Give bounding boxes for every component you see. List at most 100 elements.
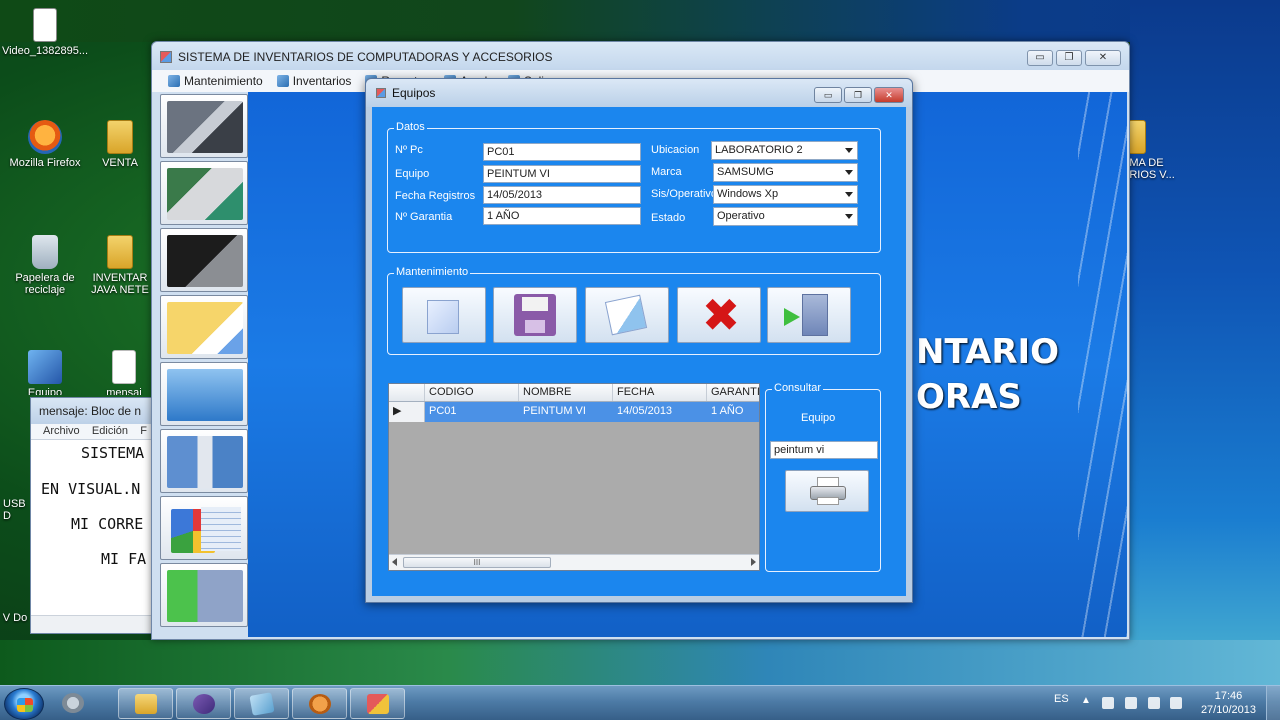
app-icon <box>160 51 172 63</box>
scroll-right-icon[interactable] <box>751 558 756 566</box>
notepad-menu-formato[interactable]: F <box>140 425 147 437</box>
notepad-hscrollbar[interactable] <box>31 615 151 633</box>
desktop-icon-sistema[interactable]: EMA DE ARIOS V... <box>1122 120 1192 181</box>
estado-value: Operativo <box>717 210 765 222</box>
delete-button[interactable]: ✖ <box>677 287 761 343</box>
exit-button[interactable] <box>767 287 851 343</box>
menu-mantenimiento[interactable]: Mantenimiento <box>168 74 263 88</box>
desktop-wallpaper-right <box>1130 0 1280 690</box>
desktop-icon-label: USB D <box>3 498 26 522</box>
column-header-fecha[interactable]: FECHA <box>613 384 707 401</box>
sidebar-button-clipboard[interactable] <box>160 295 248 359</box>
exit-door-icon <box>802 294 828 336</box>
sidebar-button-database[interactable] <box>160 429 248 493</box>
desktop-icon-label: Mozilla Firefox <box>9 157 81 169</box>
grid-hscrollbar[interactable]: III <box>389 554 759 570</box>
main-titlebar[interactable]: SISTEMA DE INVENTARIOS DE COMPUTADORAS Y… <box>152 42 1129 72</box>
sidebar-button-desktop[interactable] <box>160 228 248 292</box>
equipo-field[interactable]: PEINTUM VI <box>483 165 641 183</box>
exit-door-icon <box>167 570 243 622</box>
taskbar-vlc[interactable] <box>292 688 347 719</box>
taskbar-shield[interactable] <box>58 688 86 719</box>
sidebar-button-reports[interactable] <box>160 496 248 560</box>
clock[interactable]: 17:46 27/10/2013 <box>1201 689 1256 717</box>
notepad-menu-archivo[interactable]: Archivo <box>43 425 80 437</box>
taskbar-app[interactable] <box>350 688 405 719</box>
save-button[interactable] <box>493 287 577 343</box>
floppy-disk-icon <box>514 294 556 336</box>
equipos-grid[interactable]: CODIGO NOMBRE FECHA GARANTI ▶ PC01 PEINT… <box>388 383 760 571</box>
taskbar-explorer[interactable] <box>118 688 173 719</box>
garantia-field[interactable]: 1 AÑO <box>483 207 641 225</box>
table-row[interactable]: ▶ PC01 PEINTUM VI 14/05/2013 1 AÑO <box>389 402 759 422</box>
cell-nombre[interactable]: PEINTUM VI <box>519 402 613 422</box>
start-button[interactable] <box>4 688 44 720</box>
desktop-icon-mensaje[interactable]: mensaj <box>98 350 150 395</box>
desktop-icon-equipo[interactable]: Equipo <box>0 350 90 395</box>
column-header-garantia[interactable]: GARANTI <box>707 384 759 401</box>
npc-field[interactable]: PC01 <box>483 143 641 161</box>
column-header-nombre[interactable]: NOMBRE <box>519 384 613 401</box>
equipos-dialog[interactable]: Equipos ▭ ❐ ✕ Datos Nº Pc PC01 Equipo PE… <box>365 78 913 603</box>
network-icon[interactable] <box>1148 697 1160 709</box>
new-button[interactable] <box>402 287 486 343</box>
ubicacion-select[interactable]: LABORATORIO 2 <box>711 141 858 160</box>
cell-fecha[interactable]: 14/05/2013 <box>613 402 707 422</box>
volume-icon[interactable] <box>1170 697 1182 709</box>
show-desktop-button[interactable] <box>1266 686 1280 720</box>
taskbar-notepad[interactable] <box>234 688 289 719</box>
estado-select[interactable]: Operativo <box>713 207 858 226</box>
firefox-icon <box>28 120 62 154</box>
language-indicator[interactable]: ES <box>1054 693 1069 705</box>
notepad-menu-edicion[interactable]: Edición <box>92 425 128 437</box>
start-orb-icon <box>17 698 33 712</box>
sidebar-button-computers[interactable] <box>160 94 248 158</box>
scroll-thumb[interactable]: III <box>403 557 551 568</box>
show-hidden-icons-icon[interactable]: ▲ <box>1081 695 1091 706</box>
device-icon[interactable] <box>1125 697 1137 709</box>
action-center-flag-icon[interactable] <box>1102 697 1114 709</box>
consultar-legend: Consultar <box>772 382 824 394</box>
video-file-icon <box>33 8 57 42</box>
scroll-left-icon[interactable] <box>392 558 397 566</box>
so-select[interactable]: Windows Xp <box>713 185 858 204</box>
marca-select[interactable]: SAMSUMG <box>713 163 858 182</box>
column-header-codigo[interactable]: CODIGO <box>425 384 519 401</box>
menu-inventarios[interactable]: Inventarios <box>276 74 351 88</box>
sidebar-button-parts[interactable] <box>160 161 248 225</box>
maximize-button[interactable]: ❐ <box>1056 50 1082 66</box>
fecha-field[interactable]: 14/05/2013 <box>483 186 641 204</box>
desktop-icon-recycle-bin[interactable]: Papelera de reciclaje <box>0 235 90 296</box>
consultar-search-input[interactable]: peintum vi <box>770 441 878 459</box>
edit-button[interactable] <box>585 287 669 343</box>
minimize-button[interactable]: ▭ <box>1027 50 1053 66</box>
desktop-wallpaper-bottom <box>0 640 1280 685</box>
cell-garantia[interactable]: 1 AÑO <box>707 402 759 422</box>
print-button[interactable] <box>785 470 869 512</box>
notepad-window[interactable]: mensaje: Bloc de n Archivo Edición F SIS… <box>30 397 151 634</box>
close-button[interactable]: ✕ <box>874 87 904 103</box>
desktop-icon-usb[interactable]: USB D <box>0 498 30 522</box>
row-selector-icon[interactable]: ▶ <box>389 402 425 422</box>
sidebar-button-files[interactable] <box>160 362 248 426</box>
taskbar-visual-studio[interactable] <box>176 688 231 719</box>
minimize-button[interactable]: ▭ <box>814 87 842 103</box>
sidebar-button-exit[interactable] <box>160 563 248 627</box>
desktop-icon-doc[interactable]: V Do <box>0 612 30 624</box>
text-file-icon <box>112 350 136 384</box>
ubicacion-label: Ubicacion <box>651 144 700 156</box>
printer-icon <box>810 477 846 505</box>
notepad-title: mensaje: Bloc de n <box>31 398 151 424</box>
vlc-icon <box>309 694 331 714</box>
folder-icon <box>107 120 133 154</box>
close-button[interactable]: ✕ <box>1085 50 1121 66</box>
cell-codigo[interactable]: PC01 <box>425 402 519 422</box>
desktop-icon-venta[interactable]: VENTA <box>90 120 150 169</box>
notepad-line: EN VISUAL.N <box>41 480 141 498</box>
desktop-icon-inventar[interactable]: INVENTAR JAVA NETE <box>90 235 150 296</box>
desktop-icon-firefox[interactable]: Mozilla Firefox <box>0 120 90 169</box>
desktop-icon-video[interactable]: Video_1382895... <box>0 8 90 57</box>
spreadsheet-icon <box>201 507 241 551</box>
grid-header: CODIGO NOMBRE FECHA GARANTI <box>389 384 759 402</box>
maximize-button[interactable]: ❐ <box>844 87 872 103</box>
